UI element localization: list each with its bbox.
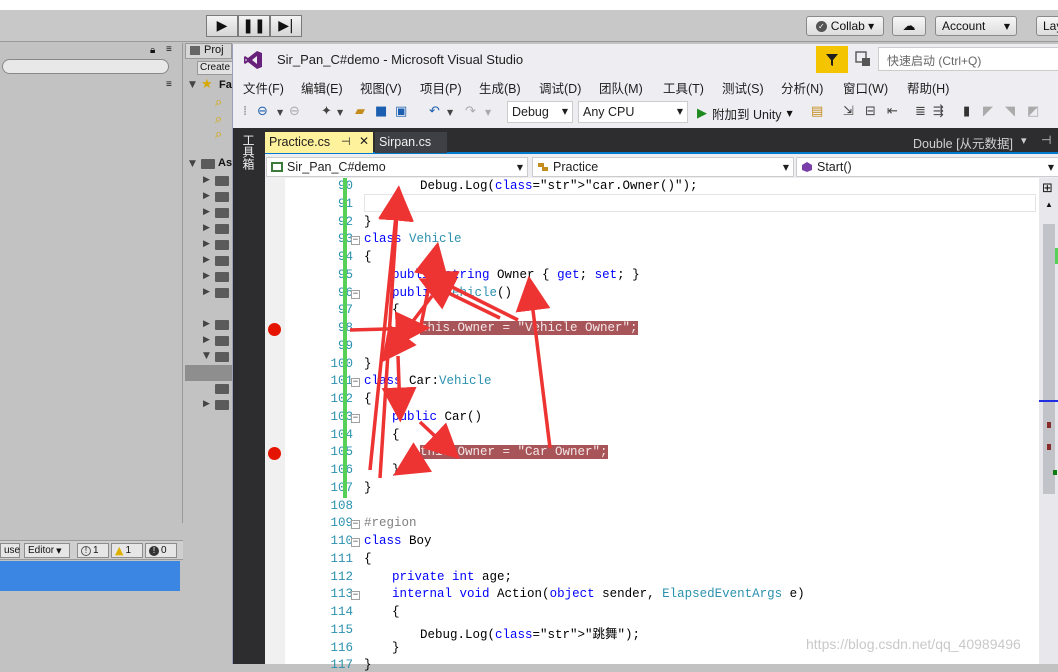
arrow-line-103-to-105 [418, 420, 460, 460]
annotation-arrows [349, 185, 552, 479]
arrow-line-105-to-95 [515, 275, 552, 449]
arrow-line-98-owner [420, 271, 519, 322]
arrow-line-105-to-106 [393, 442, 433, 476]
arrow-line-98-string [418, 277, 501, 320]
annotation-arrows-overlay [349, 185, 552, 479]
arrow-line-99-to-103 [381, 355, 417, 423]
csdn-watermark: https://blog.csdn.net/qq_40989496 [806, 636, 1021, 652]
arrow-line-98-to-95 [413, 241, 449, 331]
arrow-line-to-98 [349, 311, 431, 347]
arrow-line-96-to-99 [381, 294, 434, 363]
